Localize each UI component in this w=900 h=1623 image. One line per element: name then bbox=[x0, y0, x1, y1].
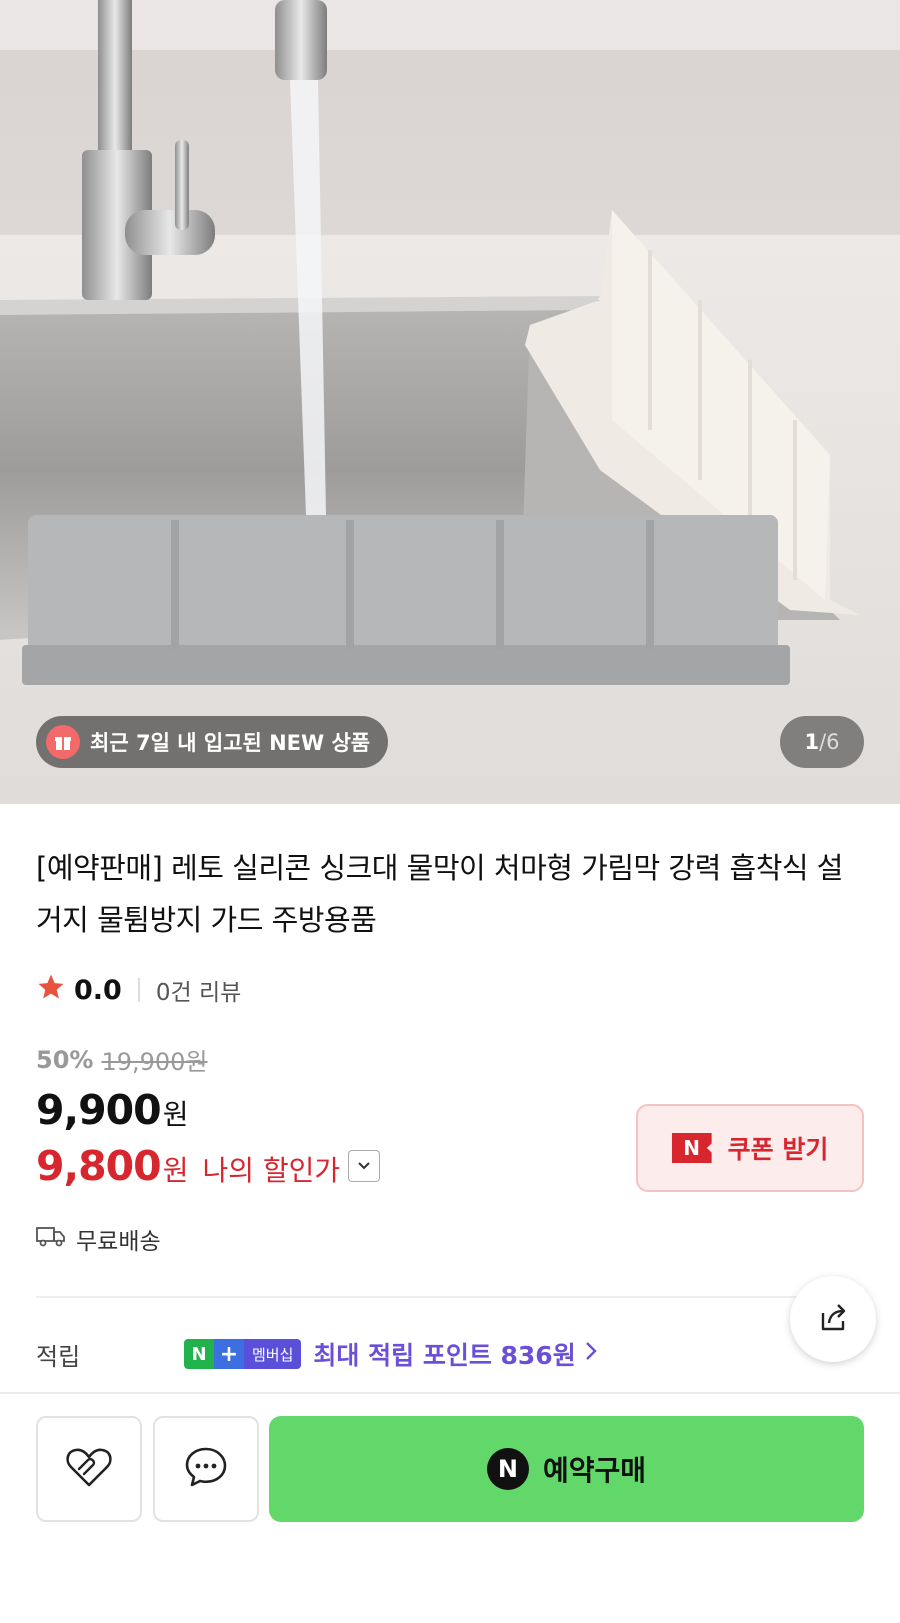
new-badge-text: 최근 7일 내 입고된 NEW 상품 bbox=[90, 731, 371, 755]
my-discount-price[interactable]: 9,800 원 나의 할인가 bbox=[36, 1142, 381, 1190]
reserve-purchase-button[interactable]: N 예약구매 bbox=[269, 1416, 864, 1522]
review-count[interactable]: 0건 리뷰 bbox=[156, 973, 241, 1007]
discount-row: 50% 19,900원 bbox=[36, 1042, 208, 1077]
section-divider bbox=[36, 1296, 826, 1298]
chat-icon bbox=[182, 1443, 230, 1495]
sale-price-unit: 원 bbox=[162, 1098, 189, 1131]
badge-n: N bbox=[184, 1339, 214, 1369]
points-label: 적립 bbox=[36, 1342, 81, 1371]
my-price-label: 나의 할인가 bbox=[202, 1154, 341, 1187]
max-points-text[interactable]: 최대 적립 포인트 836원 bbox=[313, 1336, 575, 1372]
share-icon bbox=[813, 1297, 853, 1341]
buy-label: 예약구매 bbox=[542, 1454, 647, 1487]
product-title: [예약판매] 레토 실리콘 싱크대 물막이 처마형 가림막 강력 흡착식 설거지… bbox=[36, 851, 843, 937]
my-price-amount: 9,800 bbox=[36, 1142, 162, 1190]
new-arrival-badge: 최근 7일 내 입고된 NEW 상품 bbox=[36, 716, 389, 768]
counter-current: 1 bbox=[804, 730, 820, 754]
coupon-ticket-icon: N bbox=[671, 1133, 712, 1163]
badge-plus: + bbox=[214, 1339, 244, 1369]
gift-icon bbox=[46, 725, 80, 759]
rating-score: 0.0 bbox=[74, 974, 122, 1006]
shipping-text: 무료배송 bbox=[76, 1229, 161, 1255]
original-price: 19,900원 bbox=[101, 1048, 208, 1076]
naver-plus-membership-badge: N + 멤버십 bbox=[184, 1339, 302, 1369]
chevron-down-icon[interactable] bbox=[348, 1150, 381, 1182]
action-bar: N 예약구매 bbox=[0, 1416, 900, 1524]
coupon-button[interactable]: N 쿠폰 받기 bbox=[636, 1104, 864, 1192]
product-photo bbox=[0, 0, 900, 804]
coupon-label: 쿠폰 받기 bbox=[727, 1135, 829, 1164]
chevron-right-icon bbox=[584, 1339, 598, 1369]
product-image[interactable]: 최근 7일 내 입고된 NEW 상품 1 / 6 bbox=[0, 0, 900, 804]
naver-n-icon: N bbox=[486, 1448, 529, 1490]
action-bar-divider bbox=[0, 1392, 900, 1394]
badge-membership: 멤버십 bbox=[244, 1339, 302, 1369]
shipping-info: 무료배송 bbox=[36, 1222, 161, 1256]
heart-icon bbox=[64, 1445, 114, 1493]
rating-row[interactable]: 0.0 0건 리뷰 bbox=[36, 972, 241, 1008]
wishlist-button[interactable] bbox=[36, 1416, 142, 1522]
sale-price-amount: 9,900 bbox=[36, 1086, 162, 1134]
image-counter: 1 / 6 bbox=[780, 716, 864, 768]
inquiry-button[interactable] bbox=[153, 1416, 259, 1522]
star-icon bbox=[36, 972, 66, 1008]
counter-separator: / bbox=[819, 730, 827, 754]
sale-price: 9,900 원 bbox=[36, 1086, 188, 1134]
my-price-unit: 원 bbox=[162, 1154, 189, 1187]
counter-total: 6 bbox=[826, 730, 840, 754]
rating-divider bbox=[137, 978, 140, 1002]
points-row[interactable]: 적립 N + 멤버십 최대 적립 포인트 836원 bbox=[36, 1336, 866, 1372]
truck-icon bbox=[36, 1224, 66, 1254]
discount-percent: 50% bbox=[36, 1045, 94, 1074]
